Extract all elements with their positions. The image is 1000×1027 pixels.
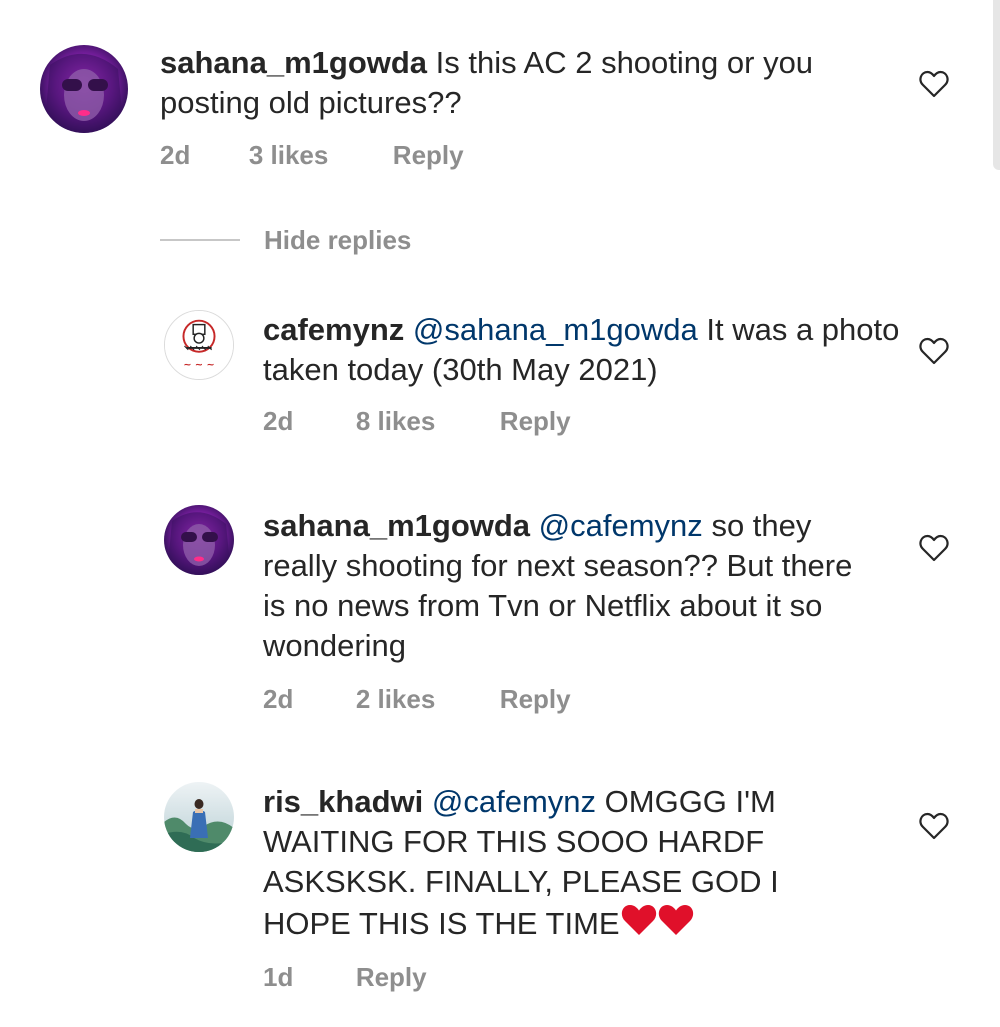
timestamp: 2d <box>263 406 294 436</box>
comment-meta: 2d 8 likes Reply <box>263 406 571 436</box>
username[interactable]: cafemynz <box>263 312 404 347</box>
hide-replies-toggle[interactable]: Hide replies <box>160 222 411 258</box>
likes-count[interactable]: 3 likes <box>249 140 329 170</box>
likes-count[interactable]: 2 likes <box>356 684 436 714</box>
reply-button[interactable]: Reply <box>393 140 464 170</box>
heart-outline-icon[interactable] <box>919 812 949 840</box>
username[interactable]: ris_khadwi <box>263 784 423 819</box>
comment-text: ris_khadwi @cafemynz OMGGG I'M WAITING F… <box>263 782 863 948</box>
avatar[interactable]: ~ ~ ~ <box>164 310 234 380</box>
mention-link[interactable]: @cafemynz <box>539 508 703 543</box>
username[interactable]: sahana_m1gowda <box>160 45 427 80</box>
scroll-edge <box>993 0 1000 170</box>
timestamp: 1d <box>263 962 294 992</box>
heart-outline-icon[interactable] <box>919 534 949 562</box>
landscape-photo <box>164 782 234 852</box>
hide-replies-label: Hide replies <box>264 224 412 255</box>
mention-link[interactable]: @sahana_m1gowda <box>413 312 698 347</box>
comment-meta: 2d 3 likes Reply <box>160 140 464 170</box>
heart-outline-icon[interactable] <box>919 337 949 365</box>
reply-button[interactable]: Reply <box>356 962 427 992</box>
reply-button[interactable]: Reply <box>500 684 571 714</box>
timestamp: 2d <box>263 684 294 714</box>
comment-meta: 1d Reply <box>263 962 427 992</box>
avatar[interactable] <box>164 782 234 852</box>
comment-text: sahana_m1gowda Is this AC 2 shooting or … <box>160 43 900 123</box>
reply-button[interactable]: Reply <box>500 406 571 436</box>
profile-photo <box>164 505 234 575</box>
comment-text: cafemynz @sahana_m1gowda It was a photo … <box>263 310 903 390</box>
divider <box>160 239 240 241</box>
timestamp: 2d <box>160 140 191 170</box>
cafe-logo: ~ ~ ~ <box>165 311 233 379</box>
avatar[interactable] <box>164 505 234 575</box>
profile-photo <box>40 45 128 133</box>
avatar[interactable] <box>40 45 128 133</box>
red-heart-emoji: ❤❤ <box>620 902 696 948</box>
comment-meta: 2d 2 likes Reply <box>263 684 571 714</box>
mention-link[interactable]: @cafemynz <box>432 784 596 819</box>
heart-outline-icon[interactable] <box>919 70 949 98</box>
comment-text: sahana_m1gowda @cafemynz so they really … <box>263 506 883 666</box>
svg-text:~ ~ ~: ~ ~ ~ <box>183 359 214 370</box>
likes-count[interactable]: 8 likes <box>356 406 436 436</box>
username[interactable]: sahana_m1gowda <box>263 508 530 543</box>
